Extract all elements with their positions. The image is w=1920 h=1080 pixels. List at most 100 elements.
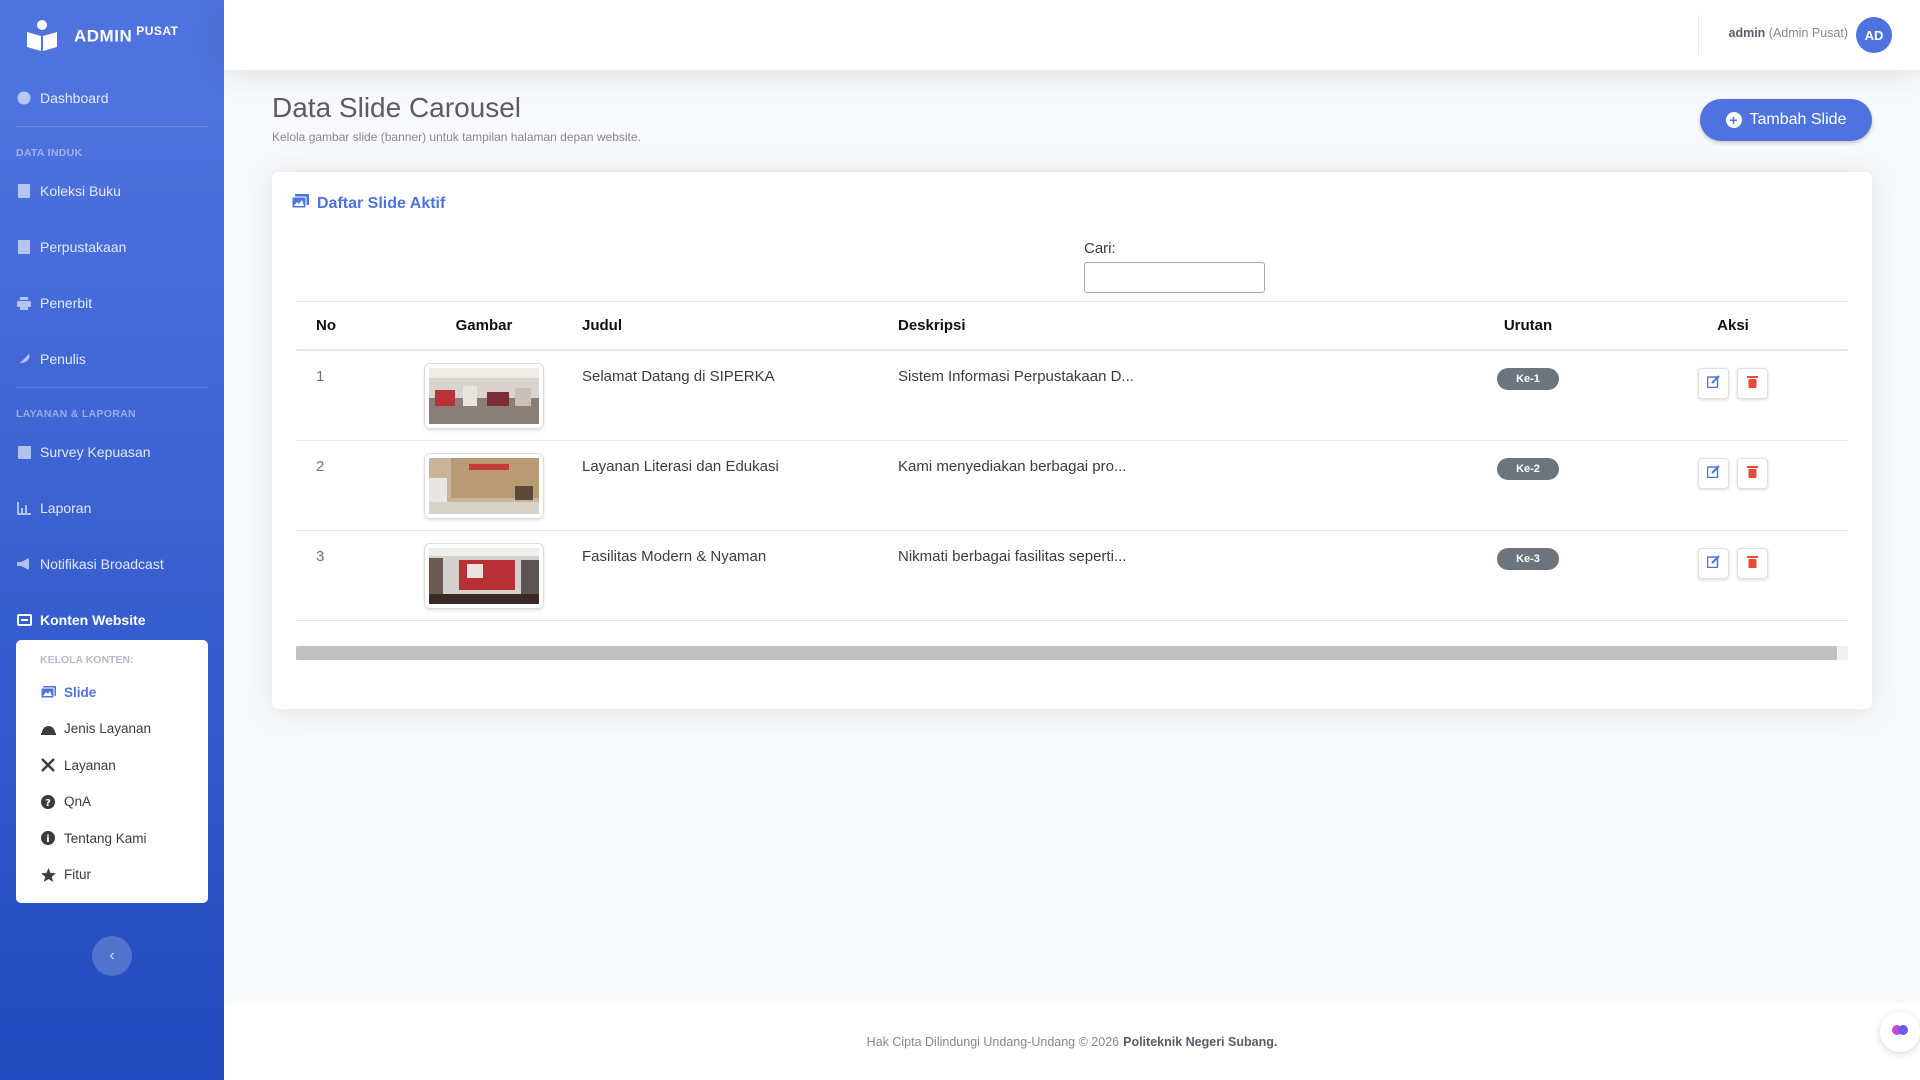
slide-thumbnail[interactable] bbox=[425, 544, 543, 608]
topbar-divider bbox=[1698, 15, 1699, 55]
user-dropdown-label[interactable]: admin (Admin Pusat) bbox=[1729, 26, 1849, 40]
nav-label: Penulis bbox=[40, 351, 86, 367]
info-circle-icon: i bbox=[40, 831, 56, 846]
submenu-label: Slide bbox=[64, 684, 97, 700]
submenu-item-fitur[interactable]: Fitur bbox=[16, 857, 208, 894]
edit-button[interactable] bbox=[1698, 458, 1729, 489]
delete-button[interactable] bbox=[1737, 458, 1768, 489]
nav-label: Notifikasi Broadcast bbox=[40, 556, 164, 572]
tools-icon bbox=[40, 758, 56, 773]
edit-button[interactable] bbox=[1698, 548, 1729, 579]
order-badge: Ke-1 bbox=[1497, 368, 1559, 390]
konten-submenu: Kelola Konten: Slide Jenis Layanan Layan… bbox=[16, 640, 208, 903]
cell-gambar bbox=[386, 351, 582, 440]
add-slide-label: Tambah Slide bbox=[1749, 111, 1847, 128]
plus-circle-icon: + bbox=[1725, 112, 1742, 128]
submenu-item-layanan[interactable]: Layanan bbox=[16, 747, 208, 784]
edit-button[interactable] bbox=[1698, 368, 1729, 399]
nav-notifikasi-broadcast[interactable]: Notifikasi Broadcast bbox=[0, 536, 224, 592]
slide-table: No Gambar Judul Deskripsi Urutan Aksi 1 … bbox=[296, 301, 1848, 621]
submenu-item-tentang-kami[interactable]: i Tentang Kami bbox=[16, 820, 208, 857]
submenu-label: Tentang Kami bbox=[64, 830, 147, 846]
nav-survey-kepuasan[interactable]: Survey Kepuasan bbox=[0, 424, 224, 480]
column-header-aksi[interactable]: Aksi bbox=[1618, 317, 1848, 334]
slide-list-card: Daftar Slide Aktif Cari: No Gambar Judul… bbox=[272, 172, 1872, 709]
submenu-item-qna[interactable]: ? QnA bbox=[16, 784, 208, 821]
submenu-label: Jenis Layanan bbox=[64, 721, 152, 737]
submenu-label: Layanan bbox=[64, 757, 116, 773]
cell-urutan: Ke-3 bbox=[1438, 531, 1618, 620]
delete-button[interactable] bbox=[1737, 368, 1768, 399]
nav-penerbit[interactable]: Penerbit bbox=[0, 275, 224, 331]
submenu-item-jenis-layanan[interactable]: Jenis Layanan bbox=[16, 711, 208, 748]
column-header-no[interactable]: No bbox=[296, 317, 386, 334]
trash-icon bbox=[1747, 375, 1758, 392]
svg-text:i: i bbox=[46, 834, 49, 845]
tachometer-icon bbox=[16, 90, 32, 106]
brand-name: Admin Pusat bbox=[74, 23, 179, 46]
table-row: 1 Selamat Datang di SIPERKA Sistem Infor… bbox=[296, 351, 1848, 441]
card-title-text: Daftar Slide Aktif bbox=[317, 194, 446, 212]
footer: Hak Cipta Dilindungi Undang-Undang © 202… bbox=[224, 1003, 1920, 1080]
brand[interactable]: Admin Pusat bbox=[0, 0, 224, 70]
cell-no: 3 bbox=[316, 548, 325, 565]
cell-aksi bbox=[1618, 531, 1848, 620]
delete-button[interactable] bbox=[1737, 548, 1768, 579]
cell-no: 1 bbox=[316, 368, 325, 385]
footer-copyright: Hak Cipta Dilindungi Undang-Undang © 202… bbox=[866, 1034, 1120, 1049]
submenu-label: QnA bbox=[64, 794, 92, 810]
column-header-gambar[interactable]: Gambar bbox=[386, 317, 582, 334]
scrollbar-thumb[interactable] bbox=[296, 646, 1837, 660]
table-row: 2 Layanan Literasi dan Edukasi Kami meny… bbox=[296, 441, 1848, 531]
user-name: admin bbox=[1728, 26, 1766, 40]
cell-judul: Layanan Literasi dan Edukasi bbox=[582, 458, 779, 475]
star-icon bbox=[40, 867, 56, 882]
nav-dashboard[interactable]: Dashboard bbox=[0, 70, 224, 126]
cell-urutan: Ke-1 bbox=[1438, 351, 1618, 440]
cell-urutan: Ke-2 bbox=[1438, 441, 1618, 530]
edit-icon bbox=[1706, 465, 1720, 482]
avatar[interactable]: AD bbox=[1856, 17, 1892, 53]
column-header-urutan[interactable]: Urutan bbox=[1438, 317, 1618, 334]
cell-aksi bbox=[1618, 351, 1848, 440]
nav-perpustakaan[interactable]: Perpustakaan bbox=[0, 219, 224, 275]
column-header-judul[interactable]: Judul bbox=[582, 317, 898, 334]
book-icon bbox=[16, 183, 32, 199]
cell-judul: Fasilitas Modern & Nyaman bbox=[582, 548, 767, 565]
add-slide-button[interactable]: + Tambah Slide bbox=[1700, 99, 1872, 141]
nav-label: Penerbit bbox=[40, 295, 93, 311]
nav-penulis[interactable]: Penulis bbox=[0, 331, 224, 387]
cell-deskripsi: Nikmati berbagai fasilitas seperti... bbox=[898, 548, 1127, 565]
slide-thumbnail[interactable] bbox=[425, 364, 543, 428]
nav-laporan[interactable]: Laporan bbox=[0, 480, 224, 536]
column-header-deskripsi[interactable]: Deskripsi bbox=[898, 317, 1438, 334]
building-icon bbox=[16, 239, 32, 255]
concierge-bell-icon bbox=[40, 723, 56, 735]
cell-judul: Selamat Datang di SIPERKA bbox=[582, 368, 775, 385]
submenu-heading: Kelola Konten: bbox=[40, 654, 134, 666]
sidebar-toggle-button[interactable]: ‹ bbox=[92, 936, 132, 976]
page-subtitle: Kelola gambar slide (banner) untuk tampi… bbox=[272, 130, 641, 144]
cell-aksi bbox=[1618, 441, 1848, 530]
nav-label: Dashboard bbox=[40, 90, 109, 106]
search-input[interactable] bbox=[1084, 262, 1265, 293]
chevron-left-icon: ‹ bbox=[109, 947, 115, 964]
floating-assistant-button[interactable] bbox=[1880, 1012, 1920, 1052]
nav-koleksi-buku[interactable]: Koleksi Buku bbox=[0, 163, 224, 219]
slide-thumbnail[interactable] bbox=[425, 454, 543, 518]
feather-icon bbox=[16, 351, 32, 367]
question-circle-icon: ? bbox=[40, 794, 56, 809]
horizontal-scrollbar[interactable] bbox=[296, 646, 1848, 660]
nav-label: Survey Kepuasan bbox=[40, 444, 151, 460]
cell-deskripsi: Sistem Informasi Perpustakaan D... bbox=[898, 368, 1134, 385]
edit-icon bbox=[1706, 555, 1720, 572]
chart-line-icon bbox=[16, 500, 32, 516]
table-row: 3 Fasilitas Modern & Nyaman Nikmati berb… bbox=[296, 531, 1848, 621]
sidebar: Admin Pusat Dashboard Data Induk Koleksi … bbox=[0, 0, 224, 1080]
trash-icon bbox=[1747, 465, 1758, 482]
page-title: Data Slide Carousel bbox=[272, 92, 522, 123]
user-role: (Admin Pusat) bbox=[1768, 26, 1848, 40]
print-icon bbox=[16, 295, 32, 311]
submenu-item-slide[interactable]: Slide bbox=[16, 674, 208, 711]
submenu-label: Fitur bbox=[64, 867, 91, 883]
